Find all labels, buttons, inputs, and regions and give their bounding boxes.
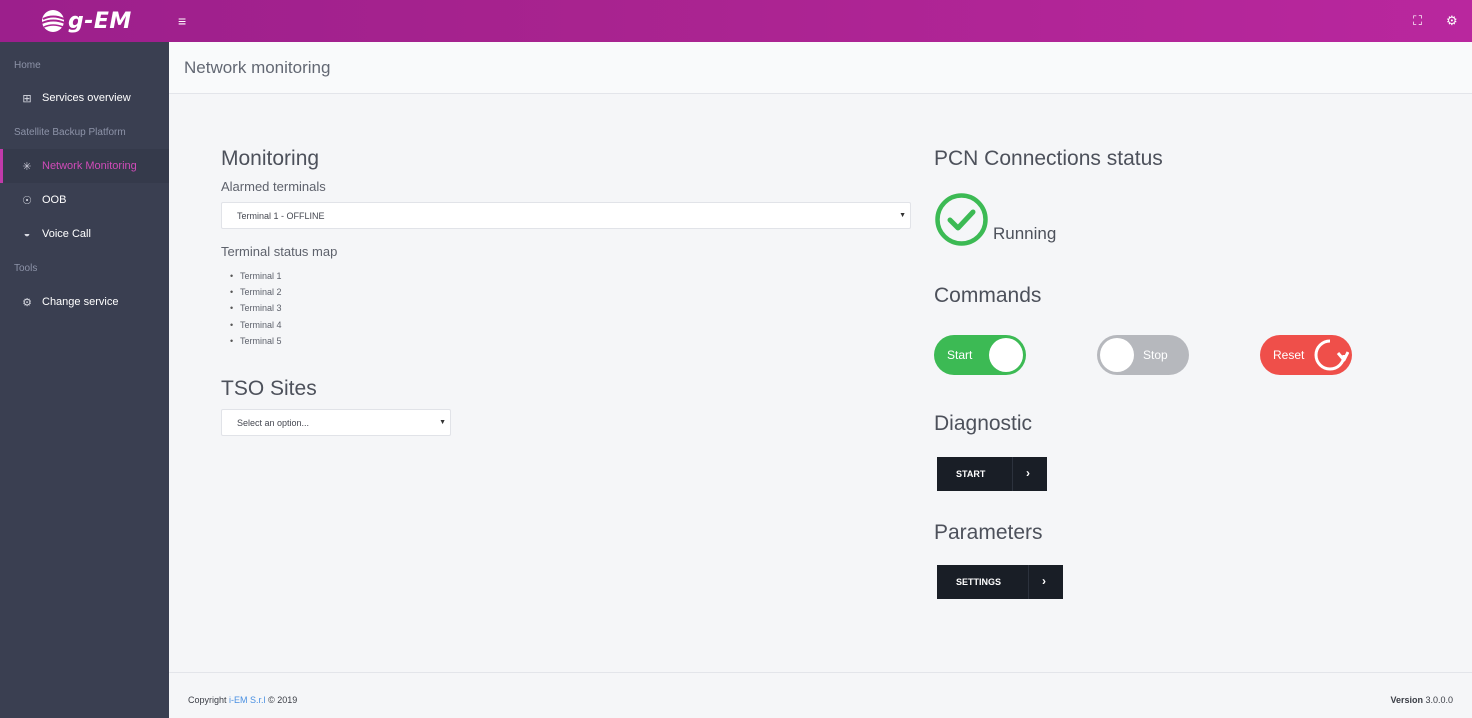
- expand-icon[interactable]: ⛶: [1413, 12, 1422, 30]
- brand-logo-text: g-EM: [68, 8, 132, 34]
- chevron-right-icon: ›: [1026, 466, 1030, 480]
- reset-toggle[interactable]: Reset: [1260, 335, 1352, 375]
- stop-toggle[interactable]: Stop: [1097, 335, 1189, 375]
- reload-icon: [1314, 339, 1349, 371]
- button-divider: [1028, 565, 1029, 599]
- sidebar-item-network-monitoring[interactable]: ✳ Network Monitoring: [0, 149, 169, 183]
- commands-heading: Commands: [934, 284, 1042, 307]
- sidebar-item-label: Change service: [42, 296, 119, 308]
- button-divider: [1012, 457, 1013, 491]
- toggle-knob: [1100, 338, 1134, 372]
- sidebar-section-tools: Tools: [14, 263, 38, 274]
- gears-icon: ⚙: [22, 296, 32, 309]
- sidebar: Home ⊞ Services overview Satellite Backu…: [0, 42, 169, 718]
- gears-icon[interactable]: ⚙: [1446, 12, 1458, 30]
- alarmed-terminals-label: Alarmed terminals: [221, 179, 326, 194]
- company-link[interactable]: i-EM S.r.l: [229, 695, 266, 705]
- network-icon: ✳: [22, 160, 32, 173]
- satellite-icon: ◒: [23, 228, 31, 240]
- sidebar-item-services-overview[interactable]: ⊞ Services overview: [0, 81, 169, 115]
- footer: Copyright i-EM S.r.l © 2019 Version 3.0.…: [169, 672, 1472, 718]
- monitoring-heading: Monitoring: [221, 147, 320, 170]
- version-text: Version 3.0.0.0: [1390, 695, 1453, 705]
- globe-logo-icon: [41, 10, 66, 32]
- sidebar-item-oob[interactable]: ☉ OOB: [0, 183, 169, 217]
- brand-logo[interactable]: g-EM: [40, 7, 132, 35]
- antenna-icon: ☉: [22, 194, 32, 207]
- tso-sites-select[interactable]: Select an option... ▼: [221, 409, 451, 436]
- page-header: Network monitoring: [169, 42, 1472, 94]
- sidebar-section-home: Home: [14, 60, 41, 71]
- chevron-down-icon: ▼: [899, 212, 906, 219]
- parameters-heading: Parameters: [934, 521, 1043, 544]
- sidebar-item-label: Network Monitoring: [42, 160, 137, 172]
- sidebar-item-label: Services overview: [42, 92, 131, 104]
- grid-icon: ⊞: [22, 92, 32, 105]
- copyright-text: Copyright i-EM S.r.l © 2019: [188, 695, 297, 705]
- pcn-status-heading: PCN Connections status: [934, 147, 1163, 170]
- list-item: Terminal 2: [240, 284, 282, 300]
- list-item: Terminal 4: [240, 317, 282, 333]
- toggle-knob: [989, 338, 1023, 372]
- terminal-list: Terminal 1 Terminal 2 Terminal 3 Termina…: [240, 268, 282, 349]
- sidebar-item-label: Voice Call: [42, 228, 91, 240]
- start-toggle-label: Start: [947, 348, 973, 362]
- sidebar-section-satellite-backup: Satellite Backup Platform: [14, 127, 126, 138]
- diagnostic-start-label: START: [956, 469, 986, 479]
- reset-toggle-label: Reset: [1273, 348, 1305, 362]
- sidebar-item-change-service[interactable]: ⚙ Change service: [0, 285, 169, 319]
- tso-sites-heading: TSO Sites: [221, 377, 317, 400]
- stop-toggle-label: Stop: [1143, 348, 1168, 362]
- start-toggle[interactable]: Start: [934, 335, 1026, 375]
- sidebar-item-label: OOB: [42, 194, 67, 206]
- chevron-down-icon: ▼: [439, 419, 446, 426]
- copyright-prefix: Copyright: [188, 695, 227, 705]
- list-item: Terminal 1: [240, 268, 282, 284]
- list-item: Terminal 5: [240, 333, 282, 349]
- terminal-status-map-label: Terminal status map: [221, 244, 338, 259]
- parameters-settings-button[interactable]: SETTINGS ›: [937, 565, 1063, 599]
- chevron-right-icon: ›: [1042, 574, 1046, 588]
- check-circle-icon: [935, 193, 988, 246]
- top-bar: g-EM ≡ ⛶ ⚙: [0, 0, 1472, 42]
- tso-sites-placeholder: Select an option...: [237, 417, 310, 428]
- diagnostic-start-button[interactable]: START ›: [937, 457, 1047, 491]
- alarmed-terminals-select[interactable]: Terminal 1 - OFFLINE ▼: [221, 202, 911, 229]
- diagnostic-heading: Diagnostic: [934, 412, 1033, 435]
- version-number: 3.0.0.0: [1425, 695, 1453, 705]
- hamburger-icon[interactable]: ≡: [178, 12, 186, 30]
- list-item: Terminal 3: [240, 300, 282, 316]
- copyright-year: © 2019: [268, 695, 298, 705]
- pcn-status-text: Running: [993, 224, 1057, 243]
- parameters-settings-label: SETTINGS: [956, 577, 1002, 587]
- sidebar-item-voice-call[interactable]: ◒ Voice Call: [0, 217, 169, 251]
- version-label: Version: [1390, 695, 1423, 705]
- alarmed-terminals-value: Terminal 1 - OFFLINE: [237, 210, 325, 221]
- page-title: Network monitoring: [184, 58, 331, 77]
